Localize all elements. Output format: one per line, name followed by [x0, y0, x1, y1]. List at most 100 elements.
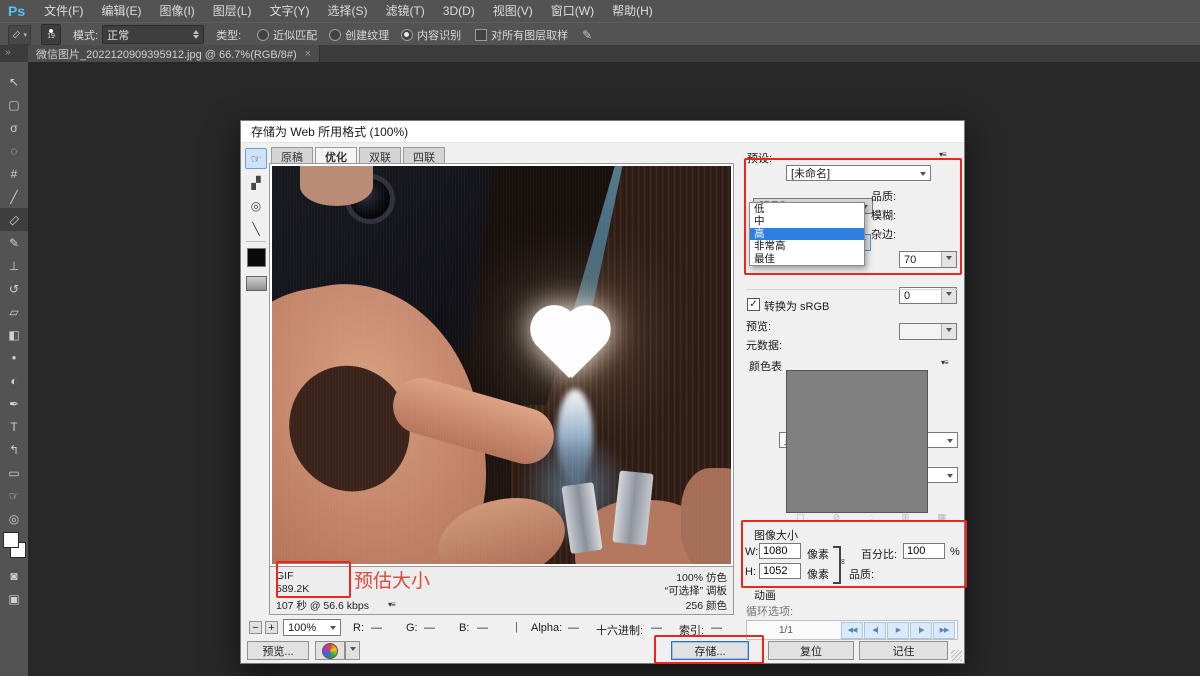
marquee-tool[interactable]: ▢ — [0, 93, 28, 116]
next-frame-button[interactable]: |▶ — [910, 622, 932, 639]
preview-in-browser-button[interactable]: 预览... — [247, 641, 309, 660]
lasso-tool[interactable]: σ — [0, 116, 28, 139]
clone-stamp-tool[interactable]: ⊥ — [0, 254, 28, 277]
type-tool-icon: T — [10, 420, 17, 434]
menu-filter[interactable]: 滤镜(T) — [376, 0, 433, 22]
radio-proximity-match[interactable] — [257, 29, 269, 41]
eyedropper-tool[interactable]: ╱ — [0, 185, 28, 208]
preset-select[interactable]: [未命名] — [786, 165, 931, 181]
eraser-tool[interactable]: ▱ — [0, 300, 28, 323]
option-low[interactable]: 低 — [750, 203, 864, 215]
prev-frame-button[interactable]: ◀| — [864, 622, 886, 639]
mode-select[interactable]: 正常 — [102, 25, 204, 44]
width-label: W: — [745, 546, 758, 558]
menu-layer[interactable]: 图层(L) — [204, 0, 261, 22]
quick-mask-button[interactable]: ◙ — [0, 564, 28, 587]
color-swatches[interactable] — [0, 530, 28, 564]
link-dimensions-icon: ∞ — [838, 559, 847, 565]
dodge-tool[interactable]: ◐ — [0, 369, 28, 392]
quality-input[interactable]: 70 — [899, 251, 957, 268]
new-color-icon[interactable]: ⊞ — [902, 512, 910, 523]
quality-slider-button[interactable] — [941, 252, 956, 267]
option-high[interactable]: 高 — [750, 228, 864, 240]
menu-select[interactable]: 选择(S) — [318, 0, 376, 22]
type-tool[interactable]: T — [0, 415, 28, 438]
pressure-icon[interactable]: ✎ — [582, 28, 592, 42]
sample-all-layers-checkbox[interactable] — [475, 29, 487, 41]
move-tool[interactable]: ↖ — [0, 70, 28, 93]
current-tool-chip[interactable]: ▭ ▾ — [8, 25, 31, 45]
first-frame-button[interactable]: ◀◀ — [841, 622, 863, 639]
browser-globe-icon — [322, 643, 338, 659]
resize-grip[interactable] — [951, 650, 962, 661]
matte-select[interactable] — [899, 323, 957, 340]
zoom-in-button[interactable]: + — [265, 621, 278, 634]
reset-button[interactable]: 复位 — [768, 641, 854, 660]
hand-tool[interactable]: ☞ — [0, 484, 28, 507]
blur-tool-icon: ● — [12, 353, 17, 362]
zoom-level-select[interactable]: 100% — [283, 619, 341, 636]
option-very-high[interactable]: 非常高 — [750, 240, 864, 252]
percent-input[interactable] — [903, 543, 945, 559]
radio-content-aware[interactable] — [401, 29, 413, 41]
brush-size-preview[interactable]: 19 — [41, 24, 61, 45]
path-selection-tool[interactable]: ↰ — [0, 438, 28, 461]
menu-file[interactable]: 文件(F) — [35, 0, 92, 22]
lock-color-icon[interactable]: ◌ — [868, 512, 873, 523]
preset-value: [未命名] — [791, 165, 920, 181]
quick-selection-tool[interactable]: ◌ — [0, 139, 28, 162]
crop-tool[interactable]: # — [0, 162, 28, 185]
screen-mode-button[interactable]: ▣ — [0, 587, 28, 610]
last-frame-button[interactable]: ▶▶ — [933, 622, 955, 639]
menu-window[interactable]: 窗口(W) — [542, 0, 603, 22]
blur-slider-button[interactable] — [941, 288, 956, 303]
zoom-tool[interactable]: ◎ — [0, 507, 28, 530]
height-input[interactable] — [759, 563, 801, 579]
save-button[interactable]: 存储... — [671, 641, 749, 660]
color-table-menu-icon[interactable]: ▾≡ — [941, 358, 948, 367]
hand-tool[interactable]: ☞ — [245, 148, 267, 169]
menu-edit[interactable]: 编辑(E) — [92, 0, 150, 22]
preset-menu-icon[interactable]: ▾≡ — [939, 150, 946, 159]
zoom-tool[interactable]: ◎ — [245, 195, 267, 216]
pen-tool[interactable]: ✒ — [0, 392, 28, 415]
snap-swatch-icon[interactable]: ▢ — [796, 512, 805, 523]
web-shift-icon[interactable]: ⊘ — [833, 512, 841, 523]
menu-help[interactable]: 帮助(H) — [603, 0, 662, 22]
browser-dropdown-button[interactable] — [345, 641, 360, 660]
foreground-color-swatch[interactable] — [3, 532, 19, 548]
crop-tool-icon: # — [11, 167, 18, 181]
width-input[interactable] — [759, 543, 801, 559]
eyedropper-tool[interactable]: ╲ — [245, 218, 267, 239]
delete-color-icon[interactable]: ▦ — [937, 512, 946, 523]
menu-3d[interactable]: 3D(D) — [434, 0, 484, 22]
menu-image[interactable]: 图像(I) — [150, 0, 203, 22]
toggle-slices-button[interactable] — [246, 276, 267, 291]
brush-tool[interactable]: ✎ — [0, 231, 28, 254]
zoom-out-button[interactable]: − — [249, 621, 262, 634]
download-menu-icon[interactable]: ▾≡ — [388, 600, 395, 609]
srgb-checkbox[interactable]: ✓ — [747, 298, 760, 311]
eyedropper-color-swatch[interactable] — [247, 248, 266, 267]
menu-type[interactable]: 文字(Y) — [260, 0, 318, 22]
image-preview-frame[interactable] — [269, 163, 734, 567]
spot-healing-brush-tool[interactable]: ▭ — [0, 208, 28, 231]
document-tab[interactable]: 微信图片_2022120909395912.jpg @ 66.7%(RGB/8#… — [28, 45, 320, 62]
blur-tool[interactable]: ● — [0, 346, 28, 369]
remember-button[interactable]: 记住 — [859, 641, 948, 660]
menu-view[interactable]: 视图(V) — [484, 0, 542, 22]
matte-dropdown-button[interactable] — [941, 324, 956, 339]
dialog-title-bar[interactable]: 存储为 Web 所用格式 (100%) — [241, 121, 964, 143]
close-icon[interactable]: × — [305, 48, 311, 60]
browser-select-button[interactable] — [315, 641, 345, 660]
color-table[interactable] — [786, 370, 928, 513]
gradient-tool[interactable]: ◧ — [0, 323, 28, 346]
option-medium[interactable]: 中 — [750, 215, 864, 227]
collapse-panel-icon[interactable]: » — [5, 47, 11, 58]
history-brush-tool[interactable]: ↺ — [0, 277, 28, 300]
slice-select-tool[interactable]: ▞ — [245, 172, 267, 193]
play-button[interactable]: ▶ — [887, 622, 909, 639]
radio-create-texture[interactable] — [329, 29, 341, 41]
shape-tool[interactable]: ▭ — [0, 461, 28, 484]
option-best[interactable]: 最佳 — [750, 253, 864, 265]
